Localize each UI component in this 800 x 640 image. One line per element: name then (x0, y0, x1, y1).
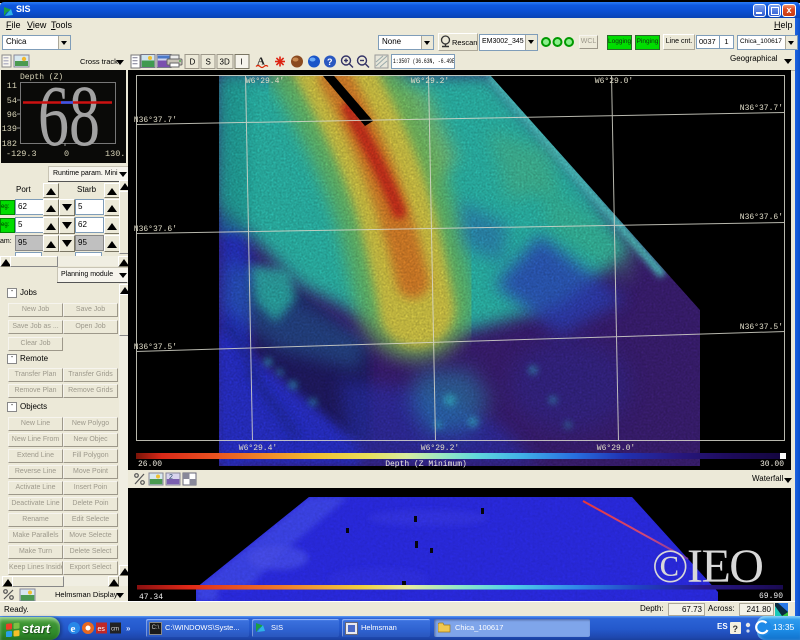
svg-text:e: e (71, 623, 76, 635)
svg-text:N36°37.6': N36°37.6' (740, 213, 783, 222)
svg-text:96: 96 (7, 110, 17, 120)
svg-text:N36°37.6': N36°37.6' (134, 225, 177, 234)
svg-text:N36°37.7': N36°37.7' (740, 104, 783, 113)
svg-text:D: D (190, 58, 196, 67)
svg-text:130.1: 130.1 (105, 149, 126, 159)
svg-text:139: 139 (2, 124, 17, 134)
svg-text:2: 2 (169, 474, 173, 481)
svg-text:S: S (206, 58, 211, 67)
svg-text:Depth (Z Minimum): Depth (Z Minimum) (385, 460, 467, 469)
svg-text:69.90: 69.90 (759, 592, 783, 601)
svg-text:W6°29.4': W6°29.4' (239, 444, 277, 453)
svg-text:W6°29.0': W6°29.0' (595, 77, 633, 86)
svg-text:11: 11 (7, 81, 17, 91)
svg-text:N36°37.7': N36°37.7' (134, 116, 177, 125)
svg-text:W6°29.2': W6°29.2' (411, 77, 449, 86)
svg-text:I: I (241, 58, 243, 67)
svg-text:W6°29.4': W6°29.4' (246, 77, 284, 86)
svg-text:es: es (98, 626, 106, 633)
svg-text:»: » (126, 624, 131, 633)
svg-text:3D: 3D (220, 58, 230, 67)
svg-text:?: ? (327, 57, 333, 67)
svg-text:54: 54 (7, 96, 17, 106)
svg-text:?: ? (733, 624, 739, 634)
svg-text:182: 182 (2, 139, 17, 149)
svg-text:26.00: 26.00 (138, 460, 162, 469)
svg-text:cm: cm (111, 627, 119, 633)
svg-text:W6°29.2': W6°29.2' (421, 444, 459, 453)
svg-text:47.34: 47.34 (139, 593, 163, 601)
svg-text:-129.3: -129.3 (6, 149, 37, 159)
svg-text:N36°37.5': N36°37.5' (740, 323, 783, 332)
svg-text:68: 68 (38, 70, 100, 163)
svg-text:N36°37.5': N36°37.5' (134, 343, 177, 352)
svg-text:30.00: 30.00 (760, 460, 784, 469)
svg-text:W6°29.0': W6°29.0' (597, 444, 635, 453)
